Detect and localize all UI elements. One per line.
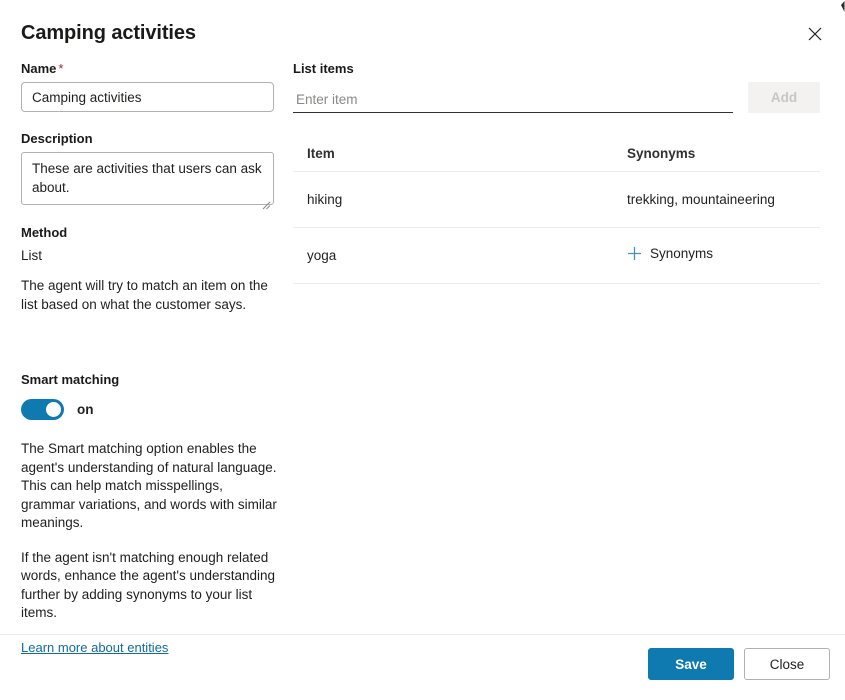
list-items-column: List items Add Item Synonyms hiking trek… bbox=[293, 60, 820, 284]
entity-editor-dialog: Camping activities Name* Description Met… bbox=[0, 0, 845, 700]
smart-matching-paragraph-1: The Smart matching option enables the ag… bbox=[21, 441, 277, 530]
description-label: Description bbox=[21, 131, 93, 146]
name-input[interactable] bbox=[21, 82, 274, 112]
column-header-item: Item bbox=[307, 146, 335, 161]
cell-item: hiking bbox=[307, 192, 343, 207]
left-form-column: Name* Description Method List The agent … bbox=[21, 60, 279, 314]
toggle-knob bbox=[46, 402, 61, 417]
description-field-wrapper bbox=[21, 152, 274, 210]
smart-matching-state-label: on bbox=[77, 402, 94, 417]
method-label: Method bbox=[21, 225, 68, 240]
add-item-button[interactable]: Add bbox=[748, 82, 820, 113]
footer-divider bbox=[0, 634, 845, 635]
description-textarea[interactable] bbox=[21, 152, 274, 205]
cell-synonyms: trekking, mountaineering bbox=[627, 192, 775, 207]
window-corner-mark bbox=[838, 0, 845, 12]
learn-more-about-entities-link[interactable]: Learn more about entities bbox=[21, 640, 168, 655]
close-button[interactable]: Close bbox=[744, 648, 830, 680]
close-icon bbox=[808, 27, 822, 41]
smart-matching-toggle[interactable] bbox=[21, 399, 64, 420]
save-button[interactable]: Save bbox=[648, 648, 734, 680]
item-input[interactable] bbox=[293, 87, 733, 113]
required-asterisk: * bbox=[58, 61, 64, 76]
smart-matching-section: Smart matching on The Smart matching opt… bbox=[21, 371, 279, 657]
name-label: Name * bbox=[21, 61, 64, 76]
cell-synonyms: Synonyms bbox=[627, 246, 820, 266]
page-title: Camping activities bbox=[21, 22, 196, 44]
item-input-wrapper bbox=[293, 87, 733, 113]
method-value: List bbox=[21, 248, 43, 263]
dialog-footer: Save Close bbox=[648, 648, 830, 680]
cell-item: yoga bbox=[307, 248, 337, 263]
list-items-entry-row: Add bbox=[293, 82, 820, 113]
table-row[interactable]: yoga Synonyms bbox=[293, 228, 820, 284]
close-dialog-button[interactable] bbox=[799, 18, 831, 50]
add-synonyms-label: Synonyms bbox=[650, 245, 714, 261]
smart-matching-paragraph-2: If the agent isn't matching enough relat… bbox=[21, 549, 276, 621]
method-help-text: The agent will try to match an item on t… bbox=[21, 278, 268, 312]
add-synonyms-button[interactable]: Synonyms bbox=[627, 246, 713, 261]
table-header-row: Item Synonyms bbox=[293, 146, 820, 172]
column-header-synonyms: Synonyms bbox=[627, 146, 696, 161]
list-items-label: List items bbox=[293, 61, 354, 76]
smart-matching-description: The Smart matching option enables the ag… bbox=[21, 440, 279, 623]
smart-matching-toggle-row: on bbox=[21, 399, 279, 420]
plus-icon bbox=[627, 246, 642, 261]
list-items-table: Item Synonyms hiking trekking, mountaine… bbox=[293, 146, 820, 284]
smart-matching-label: Smart matching bbox=[21, 372, 120, 387]
table-row[interactable]: hiking trekking, mountaineering bbox=[293, 172, 820, 228]
